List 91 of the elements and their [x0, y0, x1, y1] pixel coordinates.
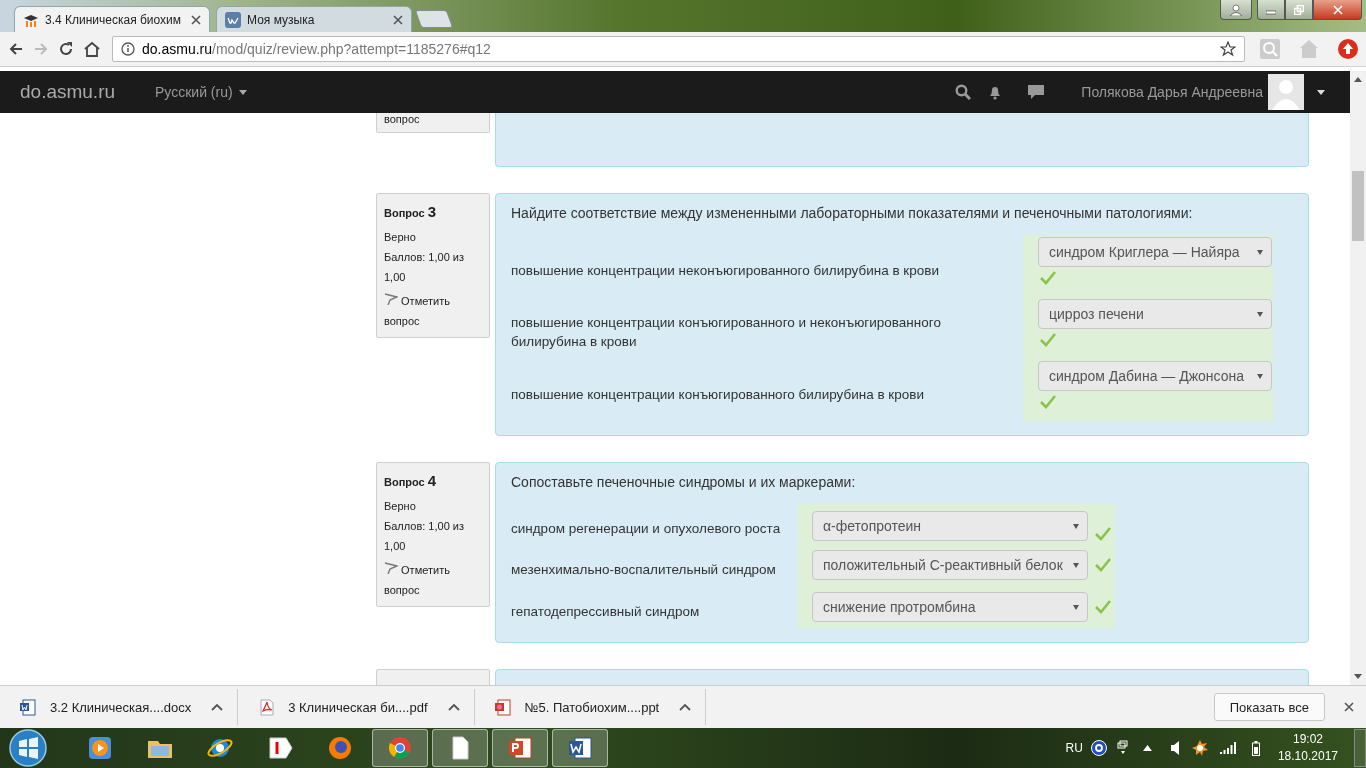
caret-icon — [1073, 562, 1079, 568]
answer-dropdown[interactable]: положительный С-реактивный белок — [812, 550, 1088, 580]
chevron-up-icon[interactable] — [447, 703, 460, 711]
flag-link[interactable]: Отметить вопрос — [384, 291, 482, 331]
answer-dropdown[interactable]: цирроз печени — [1038, 299, 1272, 329]
minimize-button[interactable] — [1257, 0, 1285, 20]
play-icon — [86, 734, 114, 762]
flag-link[interactable]: вопрос — [384, 113, 420, 125]
taskbar-button[interactable] — [552, 729, 608, 767]
chat-icon[interactable] — [1027, 84, 1046, 100]
user-name[interactable]: Полякова Дарья Андреевна — [1081, 84, 1263, 100]
question-grade: Баллов: 1,00 из 1,00 — [384, 250, 466, 285]
caret-icon — [1257, 311, 1263, 317]
square-logo-icon — [225, 11, 241, 28]
site-name[interactable]: do.asmu.ru — [20, 81, 155, 103]
answer-dropdown[interactable]: синдром Криглера — Найяра — [1038, 237, 1272, 267]
person-icon — [1230, 3, 1242, 16]
answer-dropdown[interactable]: снижение протромбина — [812, 592, 1088, 622]
question-number: Вопрос 4 — [384, 471, 438, 491]
globe-icon — [326, 734, 354, 762]
start-button[interactable] — [8, 728, 48, 768]
help-icon[interactable] — [1090, 740, 1107, 756]
back-icon[interactable] — [8, 41, 24, 57]
new-tab-button[interactable] — [414, 10, 454, 28]
browser-tab[interactable]: Моя музыка — [216, 6, 412, 32]
download-item[interactable]: 3 Клиническая би....pdf — [238, 689, 475, 725]
answer-dropdown[interactable]: синдром Дабина — Джонсона — [1038, 361, 1272, 391]
presentation-icon — [506, 734, 534, 762]
star-icon[interactable] — [1220, 41, 1236, 57]
chevron-up-icon[interactable] — [211, 703, 224, 711]
show-all-button[interactable]: Показать все — [1213, 693, 1325, 721]
home-icon[interactable] — [83, 41, 101, 57]
caret-icon — [1073, 604, 1079, 610]
down-arrow-icon[interactable] — [1354, 674, 1362, 679]
address-field[interactable]: do.asmu.ru/mod/quiz/review.php?attempt=1185276#q12 — [112, 36, 1245, 62]
scrollbar[interactable] — [1350, 77, 1366, 679]
match-item: гепатодепрессивный синдром — [511, 602, 701, 621]
flag-link[interactable]: Отметить вопрос — [384, 560, 482, 600]
file-icon — [20, 698, 36, 716]
scrollbar-thumb[interactable] — [1352, 171, 1364, 241]
chevron-up-icon[interactable] — [679, 703, 692, 711]
profile-button[interactable] — [1220, 0, 1252, 20]
taskbar-button[interactable] — [432, 729, 488, 767]
up-arrow-icon[interactable] — [1142, 745, 1152, 751]
match-item: повышение концентрации конъюгированного билирубина в крови — [511, 385, 925, 404]
answer-dropdown[interactable]: α-фетопротеин — [812, 511, 1088, 541]
caret-icon — [1257, 249, 1263, 255]
caret-icon — [238, 89, 247, 95]
close-icon[interactable] — [1344, 702, 1354, 712]
flag-icon — [384, 293, 398, 305]
language-indicator[interactable]: RU — [1065, 741, 1083, 755]
question-text: Сопоставьте печеночные синдромы и их маркерами: — [511, 474, 857, 490]
question-text: Найдите соответствие между измененными лабораторными показателями и печеночными патологиями: — [511, 205, 1194, 221]
speaker-icon[interactable] — [1169, 741, 1180, 755]
tag-icon — [266, 734, 294, 762]
windows-icon[interactable] — [1116, 740, 1129, 756]
wheel-icon — [386, 734, 414, 762]
match-item: синдром регенерации и опухолевого роста — [511, 519, 782, 538]
download-item[interactable]: 3.2 Клиническая....docx — [0, 689, 239, 725]
question-grade: Баллов: 1,00 из 1,00 — [384, 519, 466, 554]
search-icon[interactable] — [955, 84, 972, 100]
language-menu[interactable]: Русский (ru) — [155, 84, 247, 100]
close-icon[interactable] — [393, 14, 403, 25]
caret-icon — [1073, 523, 1079, 529]
caret-icon[interactable] — [1317, 89, 1325, 95]
flag-icon — [384, 562, 398, 574]
file-icon — [258, 698, 275, 716]
battery-icon[interactable] — [1251, 740, 1260, 756]
question-status: Верно — [384, 499, 417, 514]
file-icon — [494, 698, 511, 716]
restore-button[interactable] — [1285, 0, 1313, 20]
question-number: Вопрос 3 — [384, 202, 438, 222]
question-status: Верно — [384, 230, 417, 245]
clock[interactable]: 19:02 18.10.2017 — [1277, 731, 1338, 765]
match-item: мезенхимально-воспалительный синдром — [511, 560, 777, 579]
match-item: повышение концентрации неконъюгированного билирубина в крови — [511, 261, 940, 280]
document-icon — [566, 734, 594, 762]
upload-icon[interactable] — [1338, 39, 1358, 59]
signal-icon[interactable] — [1219, 742, 1236, 754]
browser-tab[interactable]: 3.4 Клиническая биохим — [14, 6, 210, 32]
caret-icon — [1257, 373, 1263, 379]
reload-icon[interactable] — [58, 41, 74, 57]
info-icon — [121, 42, 135, 56]
match-item: повышение концентрации конъюгированного и неконъюгированного билирубина в крови — [511, 314, 942, 351]
download-item[interactable]: №5. Патобиохим....ppt — [474, 689, 707, 725]
splat-icon[interactable] — [1191, 740, 1208, 756]
up-arrow-icon[interactable] — [1354, 77, 1362, 82]
close-button[interactable] — [1313, 0, 1362, 20]
close-icon[interactable] — [191, 14, 201, 25]
taskbar-button[interactable] — [492, 729, 548, 767]
restore-icon — [1294, 4, 1304, 15]
